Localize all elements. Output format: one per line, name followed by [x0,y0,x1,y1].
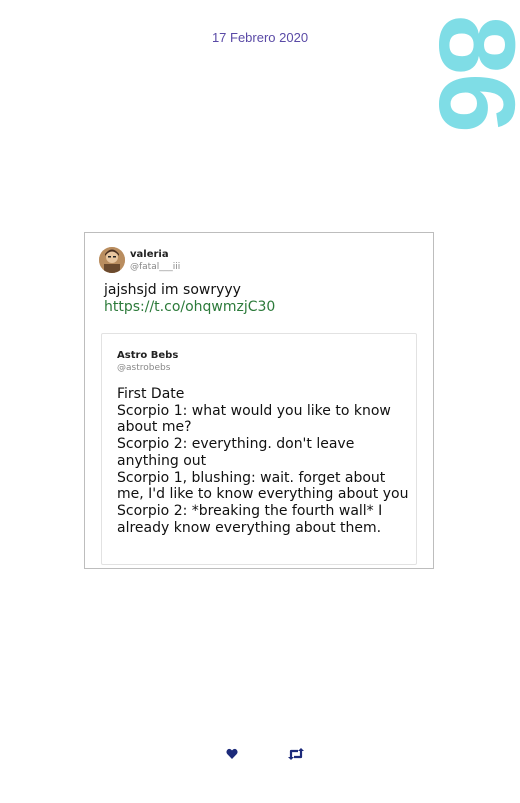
tweet-card: valeria @fatal___iii jajshsjd im sowryyy… [84,232,434,569]
author-name[interactable]: valeria [130,249,169,260]
avatar[interactable] [99,247,125,273]
retweet-icon[interactable] [287,747,305,761]
tweet-actions [0,747,520,763]
author-handle[interactable]: @fatal___iii [130,262,180,272]
quoted-author-name[interactable]: Astro Bebs [117,350,178,361]
tweet-link[interactable]: https://t.co/ohqwmzjC30 [104,299,275,316]
page-number: 86 [417,8,520,138]
quoted-tweet-text: First Date Scorpio 1: what would you lik… [117,386,409,536]
quoted-author-handle[interactable]: @astrobebs [117,363,170,373]
heart-icon[interactable] [226,747,238,761]
page-number-text: 86 [417,14,520,132]
tweet-text: jajshsjd im sowryyy [104,282,241,298]
quoted-tweet-card[interactable]: Astro Bebs @astrobebs First Date Scorpio… [101,333,417,565]
